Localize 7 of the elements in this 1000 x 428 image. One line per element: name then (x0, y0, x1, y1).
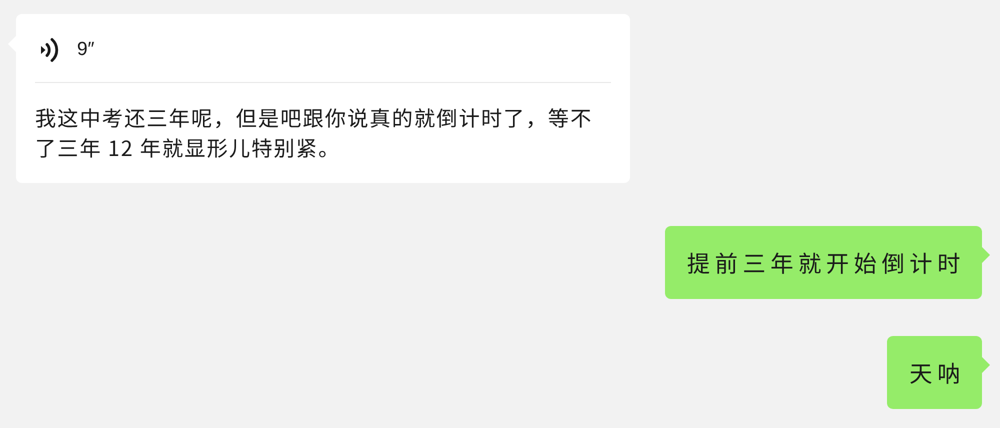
voice-duration: 9″ (77, 39, 94, 61)
bubble-tail (982, 247, 990, 263)
message-bubble[interactable]: 天呐 (887, 336, 982, 409)
voice-message-bubble[interactable]: 9″ 我这中考还三年呢，但是吧跟你说真的就倒计时了，等不了三年 12 年就显形儿特别紧。 (16, 14, 630, 183)
bubble-tail (982, 357, 990, 373)
message-bubble[interactable]: 提前三年就开始倒计时 (665, 226, 982, 299)
voice-transcript: 我这中考还三年呢，但是吧跟你说真的就倒计时了，等不了三年 12 年就显形儿特别紧。 (35, 103, 594, 163)
